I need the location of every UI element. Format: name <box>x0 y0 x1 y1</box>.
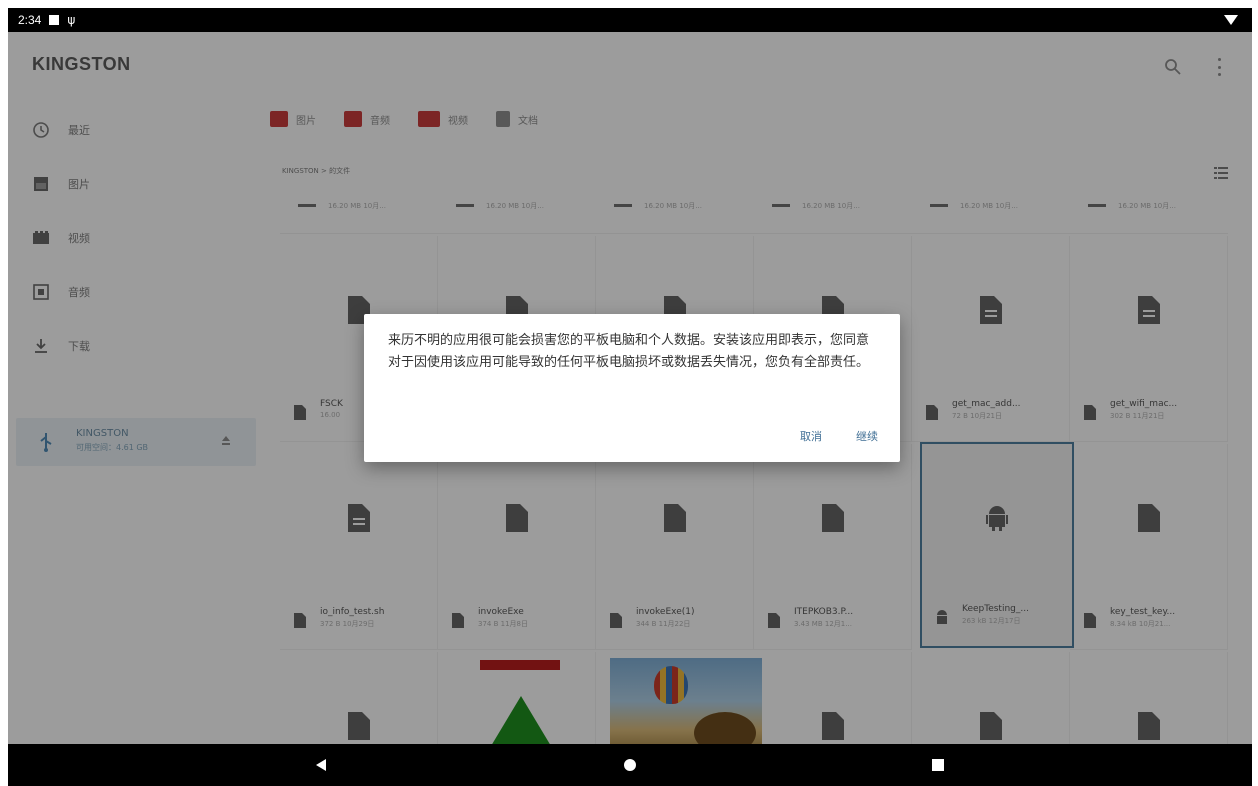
install-warning-dialog: 来历不明的应用很可能会损害您的平板电脑和个人数据。安装该应用即表示，您同意对于因… <box>364 314 900 462</box>
recents-icon[interactable] <box>932 759 944 771</box>
home-icon[interactable] <box>624 759 636 771</box>
status-bar: 2:34 ψ <box>8 8 1252 32</box>
cancel-button[interactable]: 取消 <box>800 428 822 444</box>
dialog-message: 来历不明的应用很可能会损害您的平板电脑和个人数据。安装该应用即表示，您同意对于因… <box>388 333 870 370</box>
usb-icon: ψ <box>67 13 76 27</box>
device-screen: 2:34 ψ KINGSTON 最近 图片 视频 音频 下载 KINGSTON … <box>8 8 1252 786</box>
status-time: 2:34 <box>18 13 42 27</box>
continue-button[interactable]: 继续 <box>856 428 878 444</box>
dialog-actions: 取消 继续 <box>766 428 878 444</box>
system-navigation-bar <box>8 744 1252 786</box>
wifi-icon <box>1224 15 1238 25</box>
back-icon[interactable] <box>316 759 326 771</box>
image-notification-icon <box>49 15 60 25</box>
